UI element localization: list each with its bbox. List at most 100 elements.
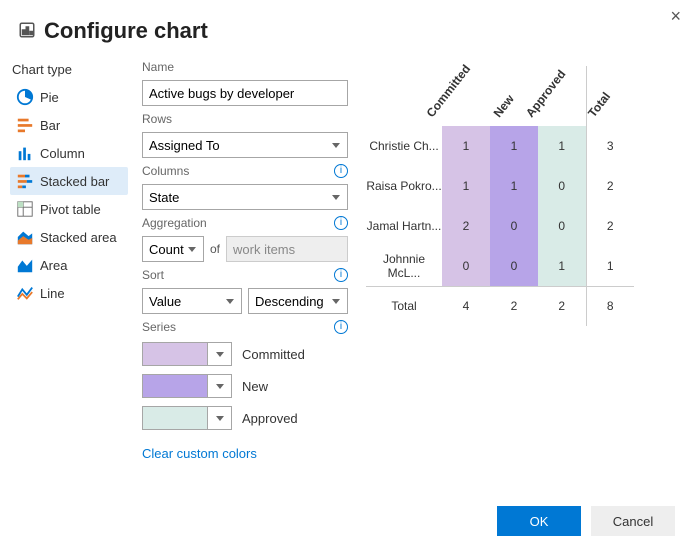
pivot-preview-table: Committed New Approved Total Christie Ch… [366, 66, 634, 326]
cell: 1 [586, 246, 634, 286]
chart-type-label-text: Stacked bar [40, 174, 109, 189]
cell: 1 [538, 246, 586, 286]
table-row: Jamal Hartn... 2 0 0 2 [366, 206, 634, 246]
pie-icon [16, 88, 34, 106]
series-name: New [242, 379, 268, 394]
columns-label: Columns i [142, 164, 348, 178]
ok-button[interactable]: OK [497, 506, 581, 536]
table-row: Christie Ch... 1 1 1 3 [366, 126, 634, 166]
chart-type-pivot-table[interactable]: Pivot table [10, 195, 128, 223]
cell: 0 [442, 246, 490, 286]
chart-type-stacked-area[interactable]: Stacked area [10, 223, 128, 251]
cell: 0 [490, 246, 538, 286]
chart-type-column[interactable]: Column [10, 139, 128, 167]
series-item: Approved [142, 406, 348, 430]
series-item: New [142, 374, 348, 398]
sort-field-select[interactable]: Value [142, 288, 242, 314]
rows-select[interactable]: Assigned To [142, 132, 348, 158]
chart-type-pie[interactable]: Pie [10, 83, 128, 111]
chart-type-panel: Chart type Pie Bar Column Stacked bar [10, 60, 128, 461]
chevron-down-icon[interactable] [207, 343, 231, 365]
color-swatch [143, 407, 207, 429]
column-header: Approved [538, 66, 586, 126]
line-icon [16, 284, 34, 302]
cell: 4 [442, 286, 490, 326]
row-header: Christie Ch... [366, 126, 442, 166]
cell: 3 [586, 126, 634, 166]
cell: 2 [490, 286, 538, 326]
cell: 8 [586, 286, 634, 326]
chevron-down-icon[interactable] [207, 375, 231, 397]
column-header: Committed [442, 66, 490, 126]
chart-type-label-text: Pivot table [40, 202, 101, 217]
series-color-picker[interactable] [142, 342, 232, 366]
pivot-table-icon [16, 200, 34, 218]
cell: 1 [442, 126, 490, 166]
cell: 1 [538, 126, 586, 166]
area-icon [16, 256, 34, 274]
of-label: of [210, 242, 220, 256]
row-header: Total [366, 286, 442, 326]
config-form: Name Rows Assigned To Columns i State Ag… [142, 60, 348, 461]
dialog-footer: OK Cancel [497, 506, 675, 536]
stacked-bar-icon [16, 172, 34, 190]
chevron-down-icon[interactable] [207, 407, 231, 429]
chart-type-label-text: Stacked area [40, 230, 117, 245]
aggregation-select[interactable]: Count [142, 236, 204, 262]
color-swatch [143, 375, 207, 397]
bar-icon [16, 116, 34, 134]
chart-type-label-text: Line [40, 286, 65, 301]
series-color-picker[interactable] [142, 406, 232, 430]
cell: 1 [490, 166, 538, 206]
info-icon[interactable]: i [334, 268, 348, 282]
row-header: Raisa Pokro... [366, 166, 442, 206]
chart-type-area[interactable]: Area [10, 251, 128, 279]
aggregation-label: Aggregation i [142, 216, 348, 230]
info-icon[interactable]: i [334, 164, 348, 178]
cell: 2 [442, 206, 490, 246]
row-header: Jamal Hartn... [366, 206, 442, 246]
color-swatch [143, 343, 207, 365]
series-color-picker[interactable] [142, 374, 232, 398]
chart-type-label-text: Column [40, 146, 85, 161]
sort-label: Sort i [142, 268, 348, 282]
info-icon[interactable]: i [334, 216, 348, 230]
cell: 2 [586, 166, 634, 206]
chart-type-bar[interactable]: Bar [10, 111, 128, 139]
chart-preview: Committed New Approved Total Christie Ch… [362, 60, 681, 461]
chart-type-label-text: Bar [40, 118, 60, 133]
cancel-button[interactable]: Cancel [591, 506, 675, 536]
chart-type-line[interactable]: Line [10, 279, 128, 307]
column-icon [16, 144, 34, 162]
columns-select[interactable]: State [142, 184, 348, 210]
dialog-header: Configure chart [0, 0, 691, 50]
cell: 2 [586, 206, 634, 246]
table-row: Raisa Pokro... 1 1 0 2 [366, 166, 634, 206]
stacked-area-icon [16, 228, 34, 246]
info-icon[interactable]: i [334, 320, 348, 334]
dialog-title: Configure chart [44, 18, 208, 44]
chart-type-stacked-bar[interactable]: Stacked bar [10, 167, 128, 195]
series-label: Series i [142, 320, 348, 334]
totals-row: Total 4 2 2 8 [366, 286, 634, 326]
cell: 0 [490, 206, 538, 246]
sort-direction-select[interactable]: Descending [248, 288, 348, 314]
chart-type-label-text: Area [40, 258, 67, 273]
aggregation-unit: work items [226, 236, 348, 262]
name-label: Name [142, 60, 348, 74]
chart-type-label: Chart type [10, 60, 128, 83]
clear-custom-colors-link[interactable]: Clear custom colors [142, 446, 348, 461]
chart-config-icon [18, 21, 36, 42]
cell: 0 [538, 206, 586, 246]
table-row: Johnnie McL... 0 0 1 1 [366, 246, 634, 286]
cell: 0 [538, 166, 586, 206]
name-input[interactable] [142, 80, 348, 106]
series-name: Approved [242, 411, 298, 426]
rows-label: Rows [142, 112, 348, 126]
column-header: Total [586, 66, 634, 126]
cell: 2 [538, 286, 586, 326]
series-name: Committed [242, 347, 305, 362]
series-item: Committed [142, 342, 348, 366]
cell: 1 [442, 166, 490, 206]
close-icon[interactable]: × [670, 6, 681, 27]
